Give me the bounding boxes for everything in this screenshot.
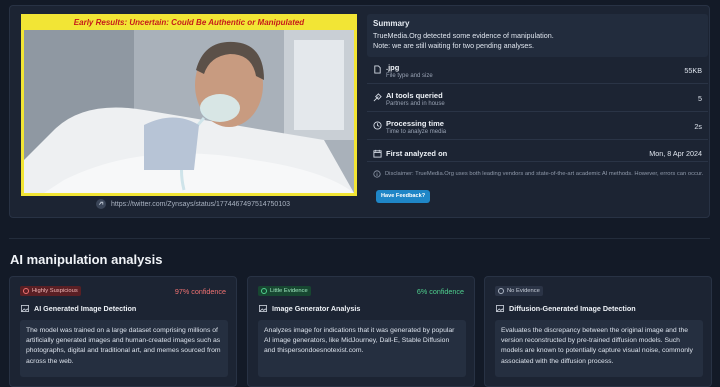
- meta-sub: File type and size: [386, 73, 433, 79]
- media-frame[interactable]: Early Results: Uncertain: Could Be Authe…: [21, 14, 357, 196]
- meta-label: Processing time: [386, 119, 444, 128]
- disclaimer-text: Disclaimer: TrueMedia.Org uses both lead…: [385, 171, 704, 177]
- source-url[interactable]: https://twitter.com/Zynsays/status/17744…: [111, 201, 290, 208]
- summary-line-2: Note: we are still waiting for two pendi…: [373, 41, 535, 50]
- verdict-badge: Little Evidence: [258, 286, 311, 296]
- meta-first-analyzed: First analyzed on Mon, 8 Apr 2024: [367, 144, 708, 162]
- disclaimer: Disclaimer: TrueMedia.Org uses both lead…: [373, 170, 708, 178]
- meta-value: 2s: [694, 122, 702, 131]
- feedback-button[interactable]: Have Feedback?: [376, 190, 431, 203]
- meta-processing-time: Processing time Time to analyze media 2s: [367, 116, 708, 140]
- verdict-label: Highly Suspicious: [32, 288, 78, 294]
- result-banner: Early Results: Uncertain: Could Be Authe…: [24, 17, 354, 30]
- confidence-value: 6% confidence: [416, 287, 464, 296]
- info-icon: [373, 170, 381, 178]
- analysis-card-image-generator: Little Evidence 6% confidence Image Gene…: [247, 276, 475, 387]
- summary-line-1: TrueMedia.Org detected some evidence of …: [373, 31, 554, 40]
- card-title: Image Generator Analysis: [259, 304, 360, 313]
- card-title: Diffusion-Generated Image Detection: [496, 304, 636, 313]
- tools-icon: [373, 93, 382, 102]
- verdict-label: Little Evidence: [270, 288, 308, 294]
- card-title-text: Image Generator Analysis: [272, 304, 361, 313]
- meta-file-type: .jpg File type and size 55KB: [367, 60, 708, 84]
- meta-label: AI tools queried: [386, 91, 443, 100]
- clock-icon: [373, 121, 382, 130]
- analysis-card-ai-generated: Highly Suspicious 97% confidence AI Gene…: [9, 276, 237, 387]
- meta-label: .jpg: [386, 63, 400, 72]
- summary-box: Summary TrueMedia.Org detected some evid…: [367, 14, 708, 57]
- meta-value: 5: [698, 94, 702, 103]
- verdict-dot-icon: [498, 288, 504, 294]
- image-icon: [21, 305, 29, 312]
- card-title-text: Diffusion-Generated Image Detection: [509, 304, 636, 313]
- verdict-badge: Highly Suspicious: [20, 286, 81, 296]
- card-description: Analyzes image for indications that it w…: [258, 320, 466, 377]
- meta-value: 55KB: [684, 66, 702, 75]
- section-divider: [9, 238, 710, 239]
- meta-ai-tools: AI tools queried Partners and in house 5: [367, 88, 708, 112]
- verdict-dot-icon: [261, 288, 267, 294]
- meta-sub: Partners and in house: [386, 101, 445, 107]
- confidence-value: 97% confidence: [174, 287, 226, 296]
- meta-label: First analyzed on: [386, 149, 448, 158]
- card-description: The model was trained on a large dataset…: [20, 320, 228, 377]
- image-icon: [496, 305, 504, 312]
- source-link[interactable]: https://twitter.com/Zynsays/status/17744…: [96, 199, 290, 209]
- verdict-label: No Evidence: [507, 288, 540, 294]
- analysis-card-diffusion: No Evidence Diffusion-Generated Image De…: [484, 276, 712, 387]
- card-title: AI Generated Image Detection: [21, 304, 136, 313]
- image-icon: [259, 305, 267, 312]
- card-title-text: AI Generated Image Detection: [34, 304, 137, 313]
- meta-value: Mon, 8 Apr 2024: [649, 149, 702, 158]
- link-icon: [96, 199, 106, 209]
- summary-heading: Summary: [373, 19, 410, 28]
- card-description: Evaluates the discrepancy between the or…: [495, 320, 703, 377]
- verdict-badge: No Evidence: [495, 286, 543, 296]
- file-icon: [374, 65, 381, 74]
- section-title: AI manipulation analysis: [10, 252, 163, 267]
- media-summary-panel: Early Results: Uncertain: Could Be Authe…: [9, 5, 710, 218]
- verdict-dot-icon: [23, 288, 29, 294]
- calendar-icon: [373, 149, 382, 158]
- meta-sub: Time to analyze media: [386, 129, 447, 135]
- media-image: [24, 30, 354, 193]
